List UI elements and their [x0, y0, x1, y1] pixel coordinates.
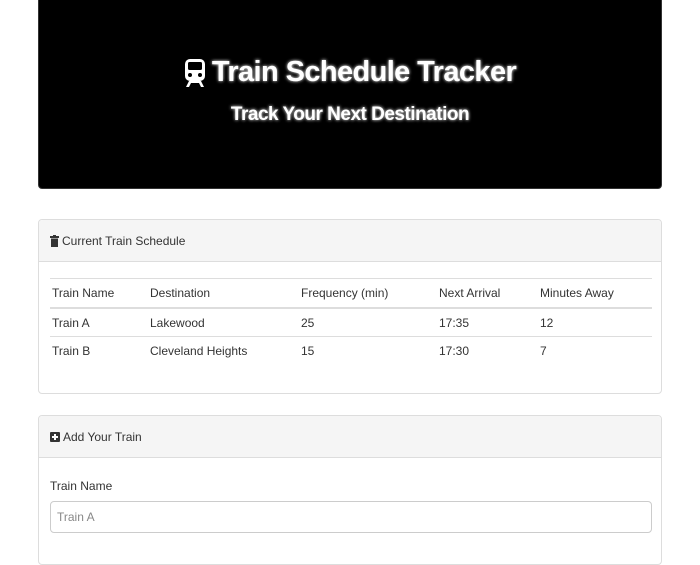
- add-train-panel: Add Your Train Train Name: [38, 415, 662, 565]
- schedule-table: Train Name Destination Frequency (min) N…: [50, 278, 652, 364]
- cell-next-arrival: 17:30: [439, 343, 470, 358]
- add-train-panel-title: Add Your Train: [63, 429, 142, 444]
- column-header-frequency: Frequency (min): [299, 278, 437, 309]
- page-title: Train Schedule Tracker: [39, 56, 661, 89]
- train-icon: [184, 58, 206, 88]
- column-header-train-name: Train Name: [50, 278, 148, 309]
- page-subtitle: Track Your Next Destination: [230, 104, 470, 125]
- cell-frequency: 15: [301, 343, 315, 358]
- plus-square-icon: [50, 431, 60, 442]
- jumbotron-header: Train Schedule Tracker Track Your Next D…: [38, 0, 662, 189]
- schedule-panel: Current Train Schedule Train Name Destin…: [38, 219, 662, 394]
- page-title-text: Train Schedule Tracker: [211, 56, 517, 88]
- cell-train-name: Train B: [52, 343, 91, 358]
- schedule-panel-title: Current Train Schedule: [62, 233, 186, 248]
- cell-train-name: Train A: [50, 308, 148, 337]
- schedule-panel-heading: Current Train Schedule: [39, 220, 661, 262]
- cell-frequency: 25: [299, 308, 437, 337]
- column-header-minutes-away: Minutes Away: [538, 278, 652, 309]
- add-train-panel-heading: Add Your Train: [39, 416, 661, 458]
- trash-icon: [50, 234, 59, 247]
- train-name-label: Train Name: [50, 479, 113, 493]
- table-row: Train B Cleveland Heights 15 17:30 7: [50, 337, 652, 365]
- cell-minutes-away: 7: [540, 343, 547, 358]
- cell-destination: Lakewood: [148, 308, 299, 337]
- cell-minutes-away: 12: [538, 308, 652, 337]
- table-header-row: Train Name Destination Frequency (min) N…: [50, 278, 652, 309]
- column-header-next-arrival: Next Arrival: [437, 278, 538, 309]
- train-name-input[interactable]: [50, 501, 652, 533]
- column-header-destination: Destination: [148, 278, 299, 309]
- cell-destination: Cleveland Heights: [150, 343, 248, 358]
- table-row: Train A Lakewood 25 17:35 12: [50, 308, 652, 337]
- cell-next-arrival: 17:35: [437, 308, 538, 337]
